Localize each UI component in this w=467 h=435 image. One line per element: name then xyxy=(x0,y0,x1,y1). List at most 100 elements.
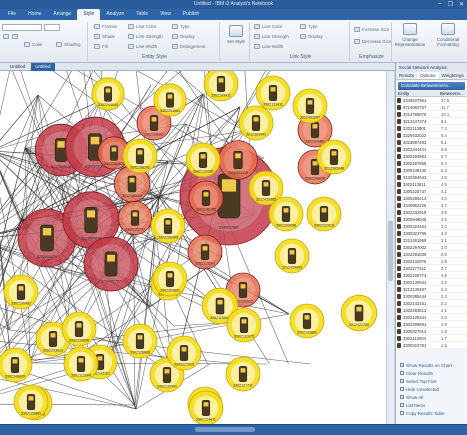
panel-tab-results[interactable]: Results xyxy=(396,72,417,79)
line-color-button[interactable]: Line Color xyxy=(128,24,157,29)
frames-button[interactable]: Frames xyxy=(94,24,117,29)
table-row[interactable]: 3302344441 5.9 xyxy=(396,146,467,153)
table-row[interactable]: 3212139497 2.4 xyxy=(396,286,467,293)
table-row[interactable]: 3302130941 2.5 xyxy=(396,279,467,286)
maximize-icon[interactable]: ❐ xyxy=(448,1,453,8)
canvas-vertical-scrollbar[interactable] xyxy=(386,71,394,424)
table-row[interactable]: 3302309891 1.9 xyxy=(396,321,467,328)
node-yellow[interactable]: 3302112004 xyxy=(63,346,99,382)
table-row[interactable]: 3300948045 3.5 xyxy=(396,216,467,223)
table-row[interactable]: 3023697493 6.1 xyxy=(396,139,467,146)
panel-action[interactable]: Clear Results xyxy=(400,369,464,377)
node-yellow[interactable]: 3212422700 xyxy=(340,294,378,332)
set-style-button[interactable]: Set Style xyxy=(219,25,253,44)
tab-home[interactable]: Home xyxy=(22,9,47,20)
tab-arrange[interactable]: Arrange xyxy=(47,9,77,20)
panel-action[interactable]: Copy Results Table xyxy=(400,409,464,417)
shading-button[interactable]: Shading xyxy=(56,42,81,47)
link-line-color-button[interactable]: Line Color xyxy=(254,24,283,29)
panel-action[interactable]: Select Top Five xyxy=(400,377,464,385)
table-row[interactable]: 3300324791 1.6 xyxy=(396,342,467,349)
node-orange[interactable]: 3305303015 xyxy=(218,140,258,180)
panel-action[interactable]: Hide Unselected xyxy=(400,385,464,393)
tab-analyze[interactable]: Analyze xyxy=(100,9,130,20)
node-yellow[interactable]: 3302133411 xyxy=(255,75,291,111)
tab-file[interactable]: File xyxy=(2,9,22,20)
results-table[interactable]: 3340637961 27.5 9714082757 11.7 3312785075 10… xyxy=(396,97,467,349)
table-row[interactable]: 3312785075 10.1 xyxy=(396,111,467,118)
conditional-formatting-button[interactable]: Conditional Formatting xyxy=(430,23,466,47)
node-yellow[interactable]: 3302132975 xyxy=(226,307,262,343)
table-row[interactable]: 3302293963 5.7 xyxy=(396,153,467,160)
color-button[interactable]: Color xyxy=(24,42,43,47)
link-line-strength-button[interactable]: Line Strength xyxy=(254,34,289,39)
calculate-betweenness-button[interactable]: Calculate Betweenness... xyxy=(398,82,465,90)
node-yellow[interactable]: 3302348800 xyxy=(0,347,33,383)
fill-button[interactable]: Fill xyxy=(94,44,108,49)
network-graph[interactable]: 3340637961 3212385046 3302123100 3212500279… xyxy=(0,71,394,424)
table-row[interactable]: 3302297002 3.0 xyxy=(396,244,467,251)
node-yellow[interactable]: 3212385046 xyxy=(316,139,352,175)
node-yellow[interactable]: 3302296462 xyxy=(3,274,39,310)
table-row[interactable]: 3300323795 3.2 xyxy=(396,230,467,237)
panel-action[interactable]: List Items xyxy=(400,401,464,409)
tab-style[interactable]: Style xyxy=(77,9,101,20)
table-row[interactable]: 3300327013 1.8 xyxy=(396,328,467,335)
tab-publish[interactable]: Publish xyxy=(177,9,205,20)
node-yellow[interactable]: 3302286408 xyxy=(150,208,186,244)
node-yellow[interactable]: 3302128866 xyxy=(122,323,158,359)
panel-action[interactable]: Show Results on Chart xyxy=(400,361,464,369)
doc-tab-1[interactable]: Untitled xyxy=(6,63,29,71)
display-button[interactable]: Display xyxy=(172,34,195,39)
table-row[interactable]: 3402113611 4.5 xyxy=(396,181,467,188)
table-row[interactable]: 3300285444 2.3 xyxy=(396,293,467,300)
italic-button[interactable] xyxy=(12,34,18,39)
table-row[interactable]: 3302287869 5.4 xyxy=(396,160,467,167)
link-type-button[interactable]: Type xyxy=(300,24,318,29)
table-row[interactable]: 3340637961 27.5 xyxy=(396,97,467,104)
column-header-entity[interactable]: Entity xyxy=(396,90,438,96)
minimize-icon[interactable]: – xyxy=(438,1,441,8)
line-width-button[interactable]: Line Width xyxy=(128,44,157,49)
table-row[interactable]: 3340962225 3.7 xyxy=(396,202,467,209)
node-yellow[interactable]: 3302133881 xyxy=(289,303,325,339)
horizontal-scrollbar[interactable] xyxy=(195,427,255,432)
table-row[interactable]: 3212447374 9.1 xyxy=(396,118,467,125)
change-representation-button[interactable]: Change Representation xyxy=(393,23,427,47)
table-row[interactable]: 3302277211 2.7 xyxy=(396,265,467,272)
column-header-betweenness[interactable]: Betweenn... xyxy=(438,90,466,96)
panel-tab-options[interactable]: Options xyxy=(417,72,439,79)
node-yellow[interactable]: 3212493007 xyxy=(292,88,328,124)
node-yellow[interactable]: 3302289411 xyxy=(203,71,239,102)
node-yellow[interactable]: 3302332919 xyxy=(306,196,342,232)
table-row[interactable]: 3329432022 6.4 xyxy=(396,132,467,139)
table-row[interactable]: 3302112004 1.7 xyxy=(396,335,467,342)
table-row[interactable]: 3300248100 5.3 xyxy=(396,167,467,174)
panel-action[interactable]: Show All xyxy=(400,393,464,401)
table-row[interactable]: 3302132975 2.8 xyxy=(396,258,467,265)
node-yellow[interactable]: 3302339808 xyxy=(61,311,97,347)
close-icon[interactable]: ✕ xyxy=(459,1,464,8)
table-row[interactable]: 3302332919 3.6 xyxy=(396,209,467,216)
line-strength-button[interactable]: Line Strength xyxy=(128,34,163,39)
shade-button[interactable]: Shade xyxy=(94,34,115,39)
node-yellow[interactable]: 3212439009 xyxy=(274,238,310,274)
node-yellow[interactable]: 3302124411 xyxy=(188,390,224,424)
font-select[interactable] xyxy=(2,24,42,31)
table-row[interactable]: 3302324461 3.3 xyxy=(396,223,467,230)
link-display-button[interactable]: Display xyxy=(300,34,323,39)
node-yellow[interactable]: 3302127711 xyxy=(225,356,261,392)
table-row[interactable]: 9714082757 11.7 xyxy=(396,104,467,111)
table-row[interactable]: 3332113801 7.3 xyxy=(396,125,467,132)
table-row[interactable]: 3132384943 4.8 xyxy=(396,174,467,181)
table-row[interactable]: 3302228774 2.6 xyxy=(396,272,467,279)
node-yellow[interactable]: 3302298202 xyxy=(122,138,158,174)
bold-button[interactable] xyxy=(3,34,9,39)
table-row[interactable]: 3302143161 2.2 xyxy=(396,300,467,307)
node-orange[interactable]: 3300225737 xyxy=(118,200,153,235)
node-yellow[interactable]: 3300327013 xyxy=(166,335,202,371)
increase-size-button[interactable]: Increase Size xyxy=(354,27,389,32)
node-orange[interactable]: 3302240155 xyxy=(188,180,224,216)
table-row[interactable]: 3300225737 4.1 xyxy=(396,188,467,195)
table-row[interactable]: 3302291039 2.9 xyxy=(396,251,467,258)
